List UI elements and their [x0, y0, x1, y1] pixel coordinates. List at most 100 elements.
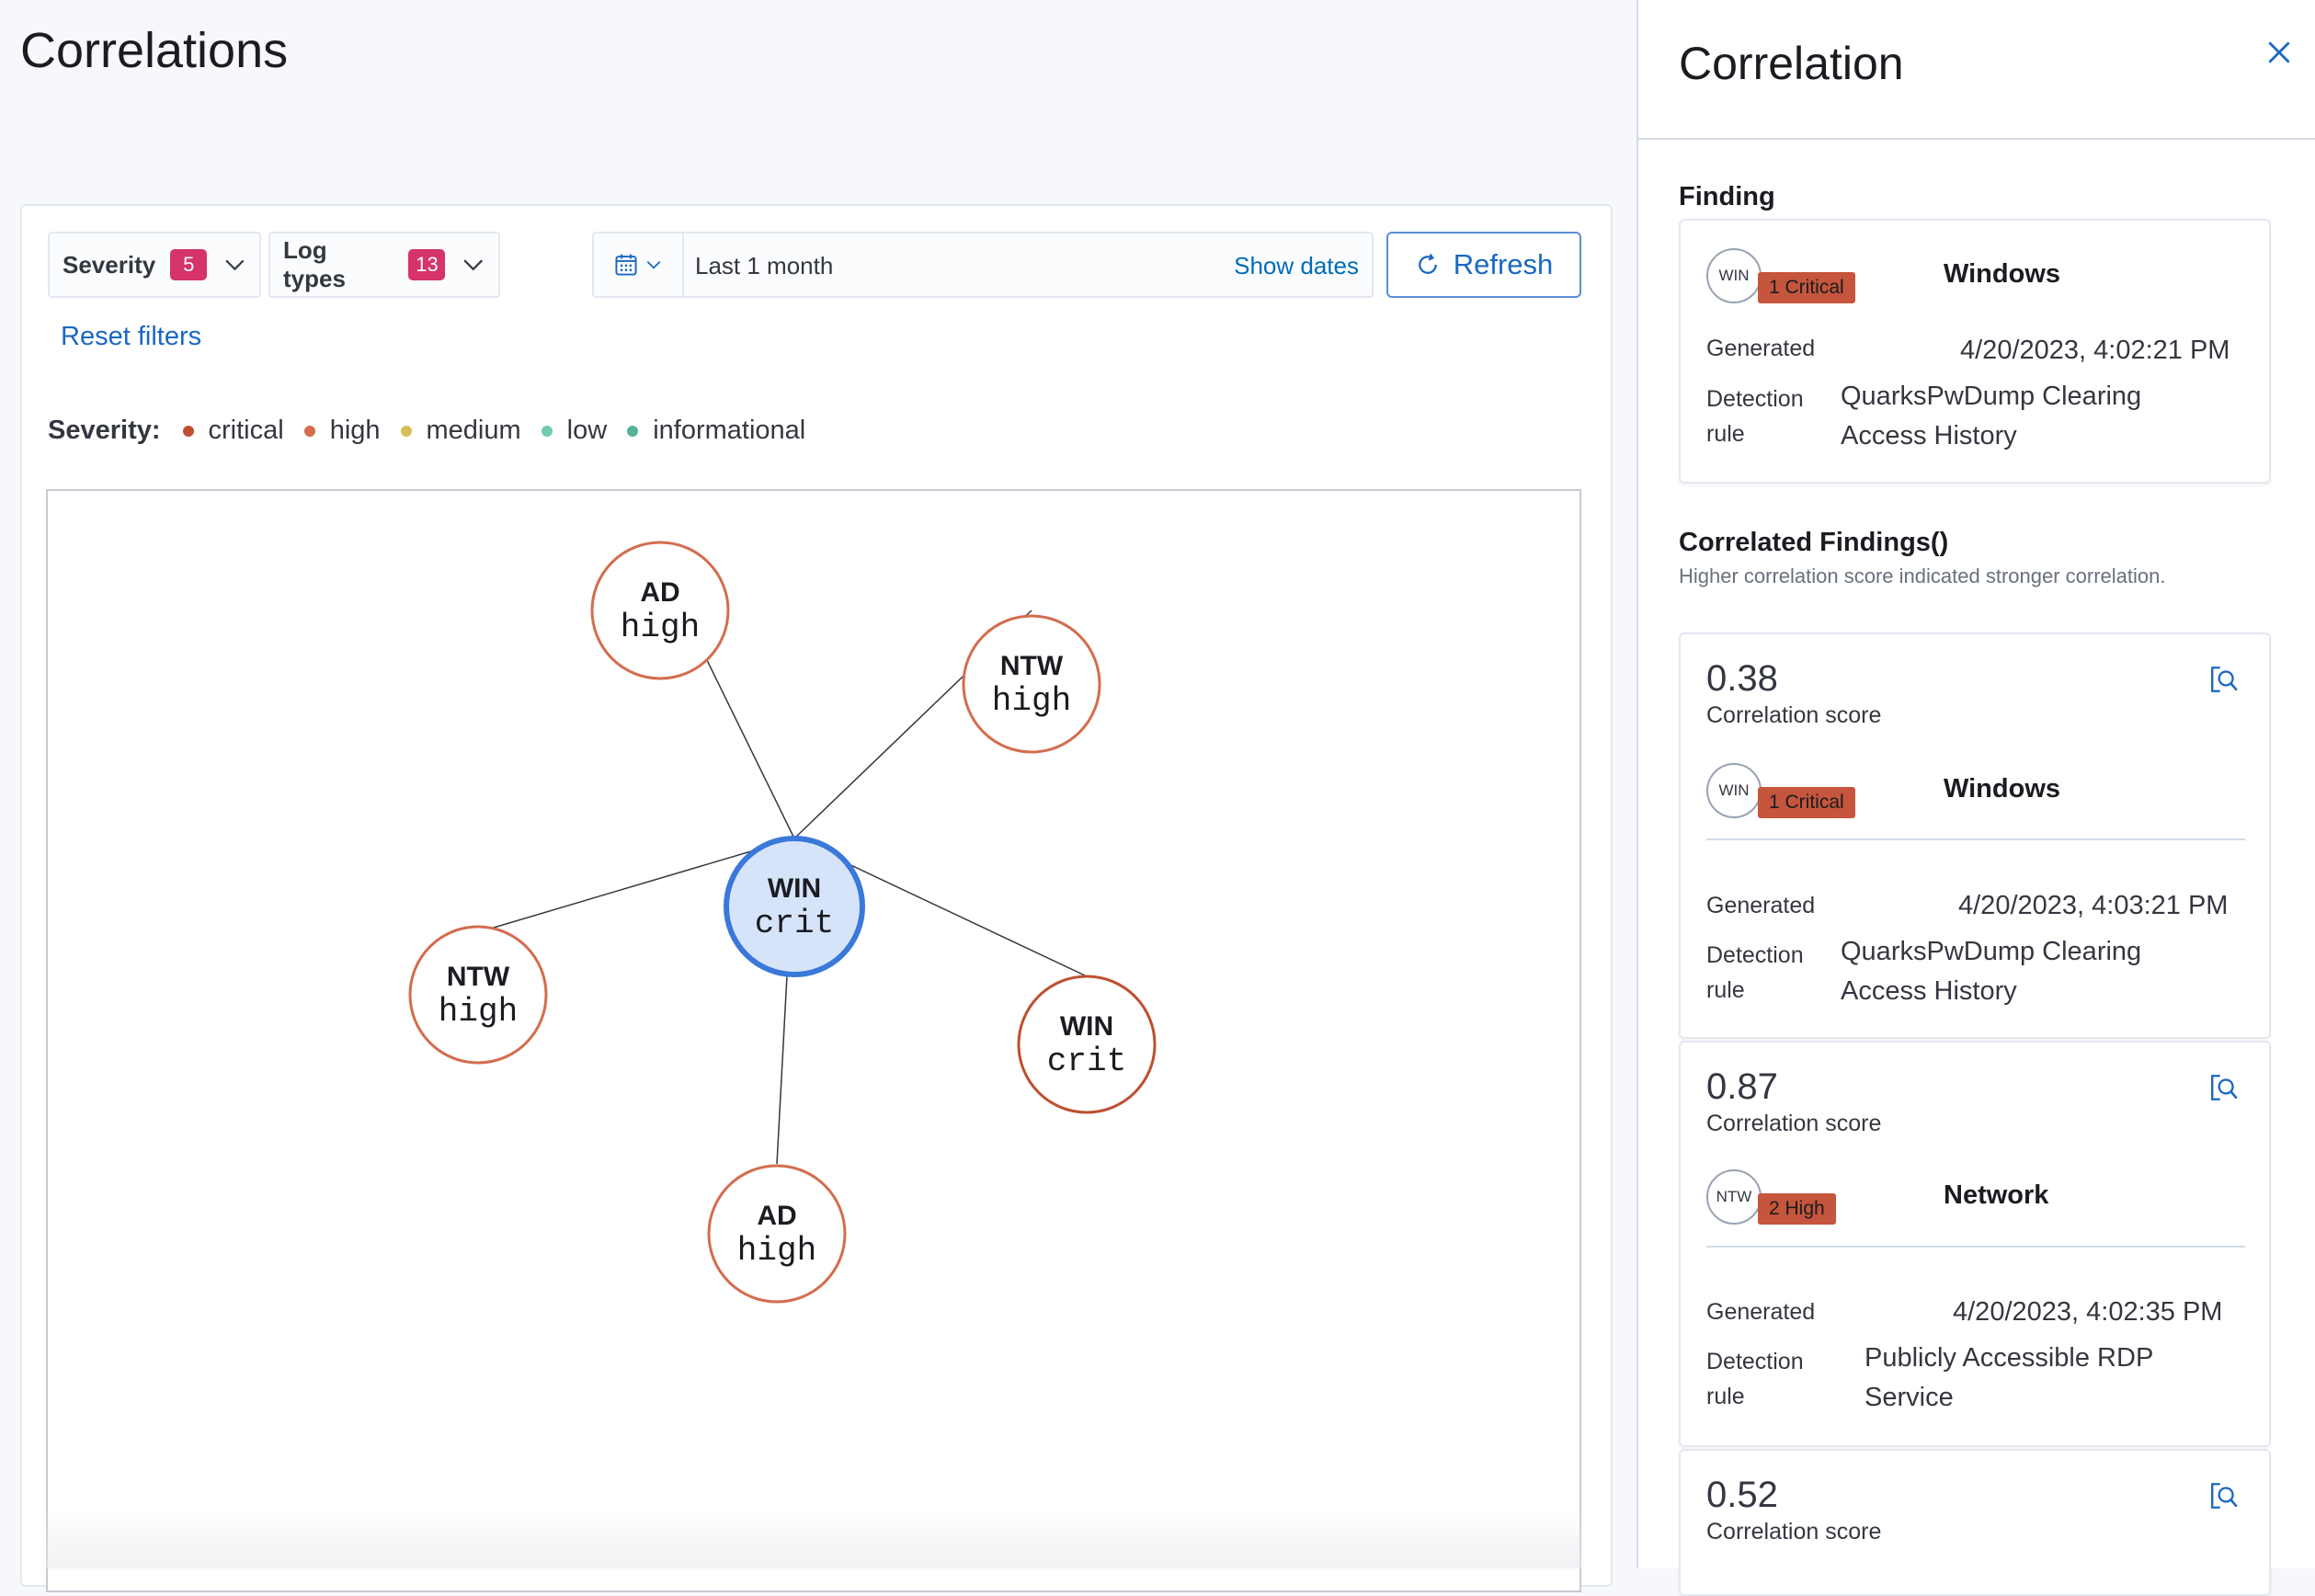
flyout-title: Correlation: [1679, 38, 1904, 89]
correlation-graph-canvas[interactable]: AD high NTW high NTW high WIN crit AD hi…: [48, 491, 1579, 1568]
detection-rule-value: QuarksPwDump Clearing: [1841, 937, 2142, 966]
node-severity-label: high: [439, 993, 518, 1031]
reset-filters-link[interactable]: Reset filters: [61, 322, 201, 352]
detection-rule-value: Access History: [1841, 976, 2017, 1006]
severity-badge: 1 Critical: [1758, 787, 1855, 818]
chevron-down-icon: [646, 260, 661, 269]
refresh-button[interactable]: Refresh: [1386, 232, 1581, 298]
detection-rule-label: Detection: [1706, 942, 1804, 968]
scroll-fade: [46, 1508, 1581, 1568]
severity-badge: 1 Critical: [1758, 272, 1855, 303]
card-divider: [1706, 1246, 2245, 1248]
detection-rule-label: rule: [1706, 421, 1745, 447]
detection-rule-value: Access History: [1841, 421, 2017, 450]
node-type-label: AD: [640, 577, 679, 608]
generated-label: Generated: [1706, 893, 1816, 918]
legend-item-high: high: [303, 416, 381, 446]
log-type-name: Windows: [1944, 259, 2061, 289]
correlation-score-label: Correlation score: [1706, 702, 1882, 728]
node-severity-label: crit: [1047, 1043, 1126, 1080]
graph-node-center[interactable]: WIN crit: [724, 836, 865, 977]
node-type-label: WIN: [768, 873, 821, 904]
legend-item-critical: critical: [182, 416, 284, 446]
detection-rule-value: Publicly Accessible RDP: [1865, 1343, 2154, 1373]
flyout-header-divider: [1636, 138, 2315, 140]
legend-item-informational: informational: [627, 416, 805, 446]
log-types-filter-button[interactable]: Log types 13: [268, 232, 500, 298]
correlation-score: 0.38: [1706, 658, 1778, 699]
node-severity-label: high: [621, 609, 700, 646]
detection-rule-label: rule: [1706, 1384, 1745, 1409]
log-type-avatar: WIN: [1706, 248, 1762, 303]
chevron-down-icon: [225, 259, 245, 271]
refresh-label: Refresh: [1453, 248, 1554, 280]
legend-item-low: low: [541, 416, 608, 446]
legend-dot: [541, 425, 553, 437]
date-picker[interactable]: Last 1 month Show dates: [592, 232, 1374, 298]
graph-node-ntw[interactable]: NTW high: [962, 614, 1101, 754]
generated-value: 4/20/2023, 4:02:35 PM: [1953, 1297, 2223, 1327]
node-type-label: NTW: [1000, 651, 1064, 681]
severity-filter-button[interactable]: Severity 5: [48, 232, 261, 298]
chevron-down-icon: [463, 259, 484, 271]
node-severity-label: crit: [755, 905, 834, 942]
calendar-icon: [615, 254, 637, 276]
quick-date-menu-button[interactable]: [594, 234, 684, 296]
show-dates-link[interactable]: Show dates: [1234, 252, 1359, 280]
finding-section-title: Finding: [1679, 182, 1775, 211]
legend-dot: [303, 425, 315, 437]
refresh-icon: [1418, 254, 1437, 274]
severity-filter-label: Severity: [63, 250, 156, 279]
detection-rule-label: Detection: [1706, 386, 1804, 412]
date-range-value[interactable]: Last 1 month: [695, 252, 833, 280]
graph-node-ad[interactable]: AD high: [590, 541, 730, 680]
legend-label: critical: [208, 416, 284, 445]
legend-dot: [182, 425, 194, 437]
correlation-graph[interactable]: AD high NTW high NTW high WIN crit AD hi…: [46, 489, 1581, 1592]
legend-label: informational: [653, 416, 806, 445]
log-type-avatar: NTW: [1706, 1169, 1762, 1225]
legend-label: low: [566, 416, 608, 445]
inspect-icon[interactable]: [2208, 1480, 2240, 1511]
graph-node-win[interactable]: WIN crit: [1017, 975, 1157, 1114]
generated-label: Generated: [1706, 336, 1816, 361]
node-type-label: WIN: [1060, 1011, 1113, 1042]
legend-dot: [627, 425, 639, 437]
card-divider: [1706, 838, 2245, 840]
correlation-score-label: Correlation score: [1706, 1111, 1882, 1136]
severity-filter-count: 5: [170, 249, 208, 280]
log-types-filter-count: 13: [408, 249, 446, 280]
node-severity-label: high: [992, 682, 1071, 720]
log-types-filter-label: Log types: [283, 236, 346, 292]
correlated-findings-subtitle: Higher correlation score indicated stron…: [1679, 564, 2166, 587]
legend-label: high: [329, 416, 381, 445]
log-type-name: Network: [1944, 1180, 2049, 1210]
node-type-label: AD: [757, 1201, 796, 1231]
log-type-name: Windows: [1944, 774, 2061, 804]
graph-node-ntw[interactable]: NTW high: [408, 925, 548, 1065]
graph-node-ad[interactable]: AD high: [707, 1164, 847, 1304]
inspect-icon[interactable]: [2208, 1072, 2240, 1103]
inspect-icon[interactable]: [2208, 664, 2240, 695]
correlation-score: 0.87: [1706, 1066, 1778, 1107]
detection-rule-label: Detection: [1706, 1349, 1804, 1374]
log-type-avatar: WIN: [1706, 763, 1762, 818]
correlated-findings-title: Correlated Findings(): [1679, 528, 1949, 557]
legend-item-medium: medium: [400, 416, 521, 446]
close-icon[interactable]: [2264, 37, 2295, 68]
generated-label: Generated: [1706, 1299, 1816, 1325]
correlation-score: 0.52: [1706, 1475, 1778, 1515]
generated-value: 4/20/2023, 4:03:21 PM: [1958, 891, 2229, 920]
page-title: Correlations: [20, 23, 289, 78]
legend-title: Severity:: [48, 416, 161, 445]
node-severity-label: high: [737, 1232, 816, 1270]
legend-label: medium: [426, 416, 521, 445]
detection-rule-value: Service: [1865, 1383, 1954, 1412]
detection-rule-label: rule: [1706, 977, 1745, 1003]
severity-legend: Severity: critical high medium low infor…: [48, 416, 826, 446]
detection-rule-value: QuarksPwDump Clearing: [1841, 382, 2142, 411]
node-type-label: NTW: [447, 962, 510, 992]
severity-badge: 2 High: [1758, 1193, 1836, 1225]
generated-value: 4/20/2023, 4:02:21 PM: [1960, 336, 2230, 365]
legend-dot: [400, 425, 412, 437]
